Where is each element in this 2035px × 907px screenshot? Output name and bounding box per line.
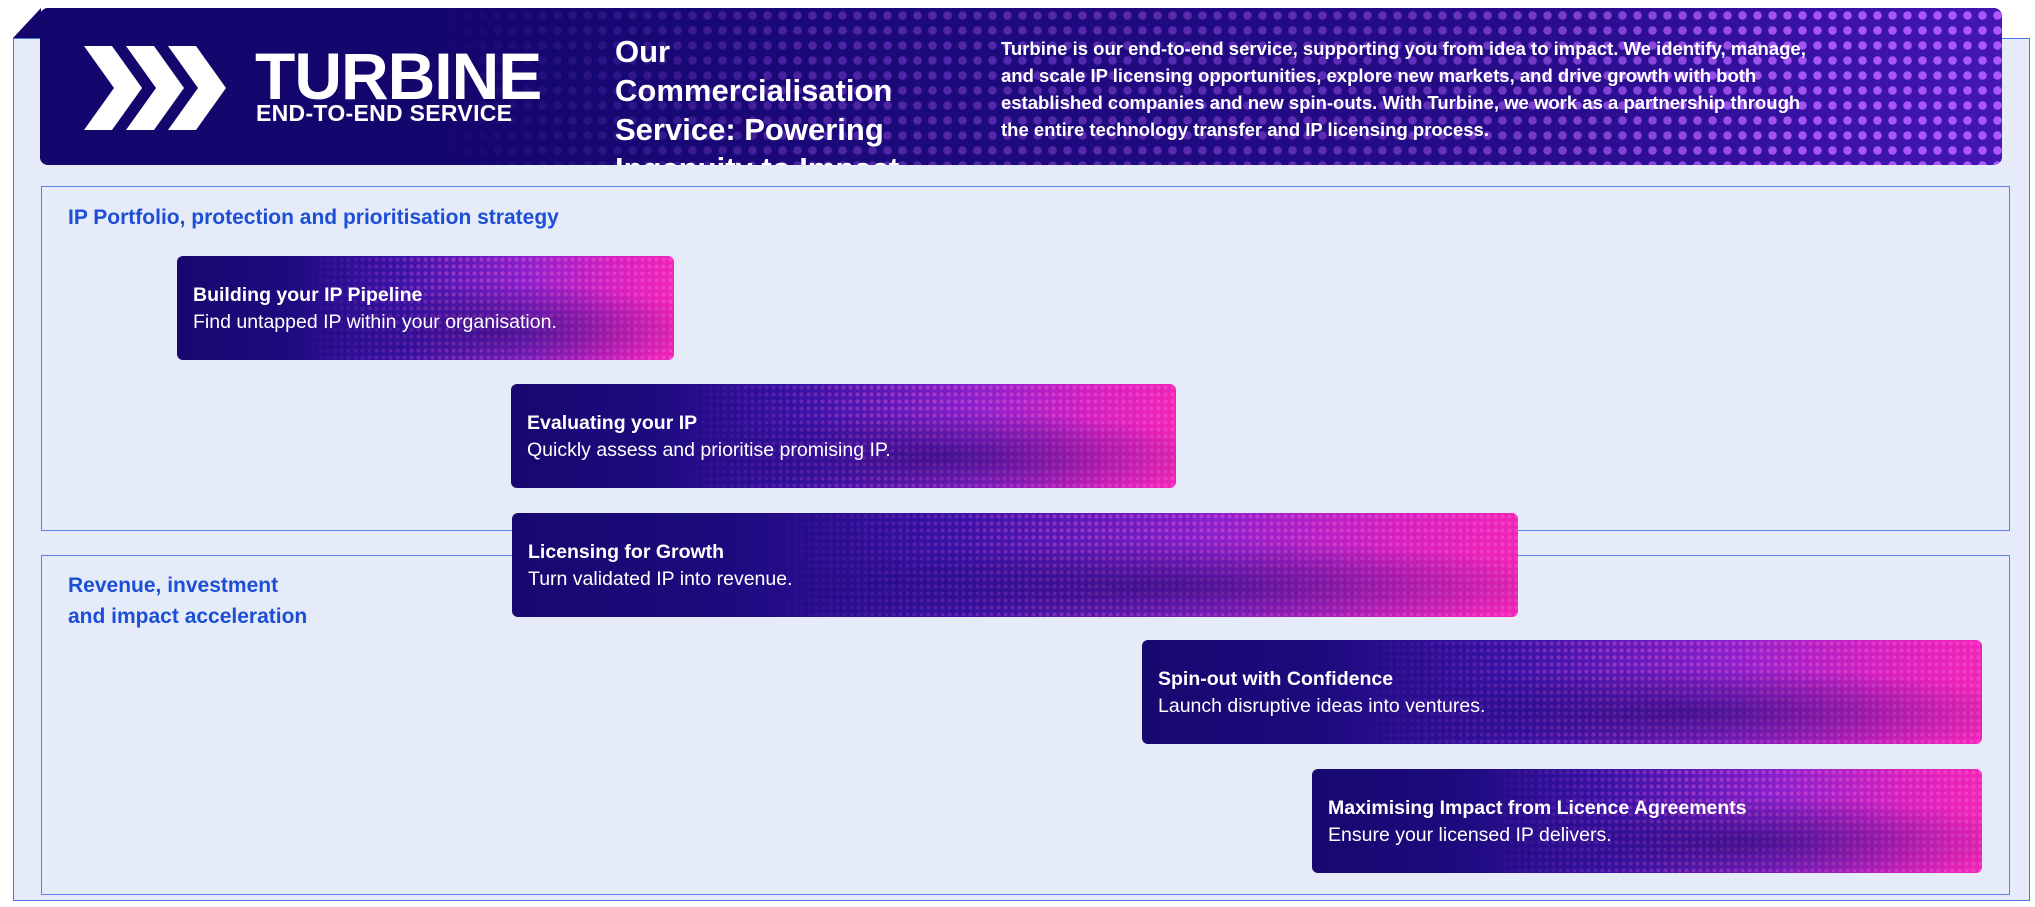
step-building-ip-pipeline: Building your IP Pipeline Find untapped … — [177, 256, 674, 360]
header-corner-decoration — [13, 8, 41, 38]
step-title: Spin-out with Confidence — [1158, 668, 1394, 690]
step-licensing-for-growth: Licensing for Growth Turn validated IP i… — [512, 513, 1518, 617]
header-description: Turbine is our end-to-end service, suppo… — [1001, 38, 1806, 140]
step-description: Find untapped IP within your organisatio… — [193, 311, 557, 333]
section-title-revenue-line-2: and impact acceleration — [68, 605, 308, 628]
triple-chevron-icon — [84, 46, 226, 130]
section-title-revenue-line-1: Revenue, investment — [68, 574, 279, 597]
step-title: Building your IP Pipeline — [193, 284, 423, 306]
step-evaluating-ip: Evaluating your IP Quickly assess and pr… — [511, 384, 1176, 488]
header-banner: TURBINE END-TO-END SERVICE Our Commercia… — [40, 8, 2002, 165]
step-spin-out: Spin-out with Confidence Launch disrupti… — [1142, 640, 1982, 744]
step-description: Quickly assess and prioritise promising … — [527, 439, 891, 461]
step-title: Licensing for Growth — [528, 541, 725, 563]
step-title: Maximising Impact from Licence Agreement… — [1328, 797, 1747, 819]
step-description: Launch disruptive ideas into ventures. — [1158, 695, 1486, 717]
step-description: Ensure your licensed IP delivers. — [1328, 824, 1612, 846]
logo-subtitle: END-TO-END SERVICE — [256, 100, 513, 126]
header-heading: Our Commercialisation Service: Powering … — [615, 34, 899, 165]
logo-title: TURBINE — [255, 39, 542, 113]
section-title-ip-portfolio: IP Portfolio, protection and prioritisat… — [68, 206, 559, 229]
step-description: Turn validated IP into revenue. — [528, 568, 793, 590]
step-maximising-impact: Maximising Impact from Licence Agreement… — [1312, 769, 1982, 873]
step-title: Evaluating your IP — [527, 412, 698, 434]
